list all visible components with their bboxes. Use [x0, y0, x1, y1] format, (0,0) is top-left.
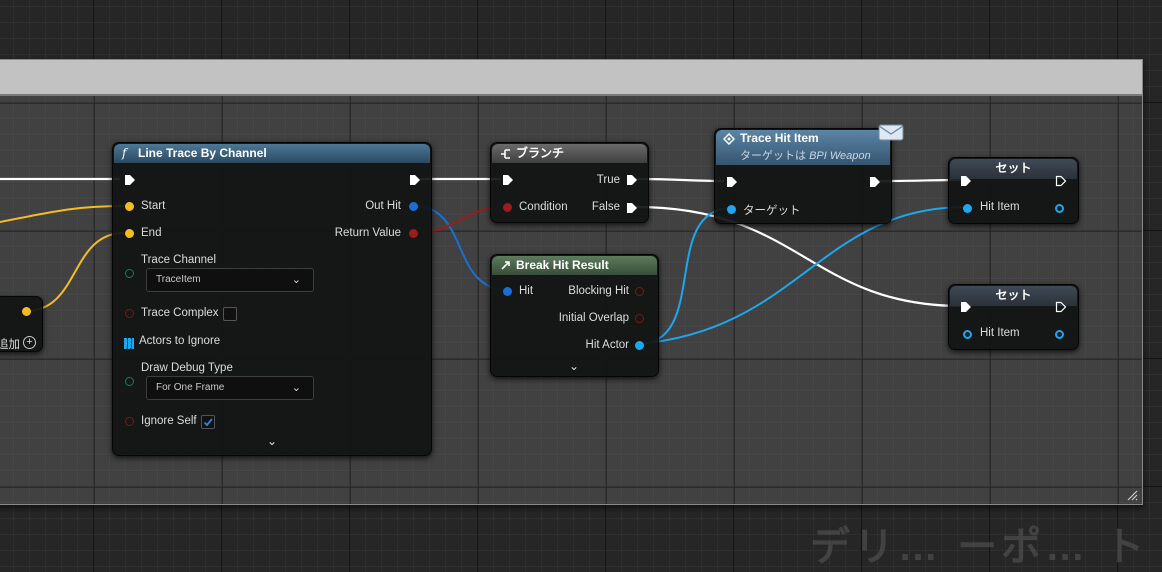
exec-in-pin-trace[interactable] [124, 174, 136, 186]
expand-chevron-icon[interactable]: ⌄ [267, 434, 277, 448]
trace-complex-checkbox[interactable] [223, 307, 237, 321]
object-wire-actor-set1 [637, 206, 967, 345]
hit-actor-label: Hit Actor [585, 339, 629, 351]
hit-item-label-set2: Hit Item [980, 327, 1020, 339]
trace-complex-pin[interactable] [125, 309, 134, 318]
trace-channel-dropdown[interactable]: TraceItem ⌄ [146, 268, 314, 292]
ignore-self-label: Ignore Self [141, 415, 197, 427]
branch-node[interactable]: ブランチ True Condition False [490, 142, 649, 223]
exec-in-pin-message[interactable] [726, 176, 738, 188]
vector-wire-start [0, 205, 125, 223]
trace-channel-pin[interactable] [125, 269, 134, 278]
hit-item-in-pin-set2[interactable] [963, 330, 972, 339]
exec-out-pin-set2[interactable] [1055, 301, 1067, 313]
blocking-hit-pin[interactable] [635, 287, 644, 296]
line-trace-node[interactable]: f Line Trace By Channel Start End Out Hi… [112, 142, 432, 456]
array-grid-icon[interactable] [124, 338, 134, 349]
add-pin-icon[interactable]: + [23, 336, 36, 349]
exec-out-pin-trace[interactable] [409, 174, 421, 186]
break-struct-icon [501, 261, 510, 270]
end-pin[interactable] [125, 229, 134, 238]
check-icon [203, 418, 213, 427]
break-hit-header[interactable]: Break Hit Result [492, 256, 657, 275]
branch-header[interactable]: ブランチ [492, 144, 647, 163]
hit-item-out-pin-set2[interactable] [1055, 330, 1064, 339]
message-envelope-icon [878, 124, 904, 141]
actors-to-ignore-label: Actors to Ignore [139, 335, 221, 347]
left-fragment-output-pin[interactable] [22, 307, 31, 316]
subtitle-target: BPI Weapon [809, 150, 871, 162]
trace-hit-item-title: Trace Hit Item [740, 131, 819, 145]
return-value-pin[interactable] [409, 229, 418, 238]
set-node-2-title: セット [995, 288, 1032, 302]
trace-hit-item-header[interactable]: Trace Hit Item ターゲットは BPI Weapon [716, 130, 890, 165]
trace-channel-label: Trace Channel [141, 254, 217, 266]
subtitle-prefix: ターゲットは [740, 150, 810, 162]
target-pin[interactable] [727, 205, 736, 214]
draw-debug-type-pin[interactable] [125, 377, 134, 386]
trace-hit-item-subtitle: ターゲットは BPI Weapon [740, 150, 871, 162]
true-exec-pin[interactable] [626, 174, 638, 186]
set-node-1[interactable]: セット Hit Item [948, 157, 1079, 224]
trace-complex-label: Trace Complex [141, 307, 219, 319]
line-trace-header[interactable]: f Line Trace By Channel [114, 144, 430, 163]
chevron-down-icon: ⌄ [291, 274, 301, 286]
ignore-self-pin[interactable] [125, 417, 134, 426]
set-node-1-title: セット [995, 161, 1032, 175]
exec-out-pin-message[interactable] [869, 176, 881, 188]
break-hit-title: Break Hit Result [516, 258, 609, 272]
break-hit-result-node[interactable]: Break Hit Result Hit Blocking Hit Initia… [490, 254, 659, 377]
start-label: Start [141, 200, 166, 212]
initial-overlap-label: Initial Overlap [558, 312, 629, 324]
expand-chevron-icon[interactable]: ⌄ [569, 359, 579, 373]
initial-overlap-pin[interactable] [635, 314, 644, 323]
hit-label: Hit [519, 285, 534, 297]
blocking-hit-label: Blocking Hit [568, 285, 629, 297]
draw-debug-type-dropdown[interactable]: For One Frame ⌄ [146, 376, 314, 400]
false-label: False [591, 201, 620, 213]
hit-item-in-pin-set1[interactable] [963, 204, 972, 213]
condition-label: Condition [519, 201, 568, 213]
end-label: End [141, 227, 162, 239]
set-node-2[interactable]: セット Hit Item [948, 284, 1079, 350]
start-pin[interactable] [125, 202, 134, 211]
exec-in-pin-branch[interactable] [502, 174, 514, 186]
branch-title: ブランチ [516, 146, 565, 160]
trace-channel-value: TraceItem [156, 274, 201, 285]
hit-input-pin[interactable] [503, 287, 512, 296]
left-fragment-label: 追加 [0, 339, 20, 351]
exec-out-pin-set1[interactable] [1055, 175, 1067, 187]
left-fragment-node[interactable]: 追加 + [0, 296, 43, 352]
exec-wire-true [635, 177, 725, 183]
out-hit-label: Out Hit [365, 200, 401, 212]
trace-hit-item-node[interactable]: Trace Hit Item ターゲットは BPI Weapon ターゲット [714, 124, 904, 224]
hit-actor-pin[interactable] [635, 341, 644, 350]
ignore-self-checkbox[interactable] [201, 415, 215, 429]
line-trace-title: Line Trace By Channel [138, 146, 267, 160]
exec-in-pin-set2[interactable] [960, 301, 972, 313]
interface-diamond-icon [723, 133, 735, 145]
function-icon: f [122, 146, 127, 160]
return-value-label: Return Value [334, 227, 401, 239]
chevron-down-icon: ⌄ [291, 382, 301, 394]
branch-icon [501, 149, 510, 159]
hit-item-out-pin-set1[interactable] [1055, 204, 1064, 213]
hit-item-label-set1: Hit Item [980, 201, 1020, 213]
out-hit-pin[interactable] [409, 202, 418, 211]
draw-debug-type-value: For One Frame [156, 382, 225, 393]
exec-in-pin-set1[interactable] [960, 175, 972, 187]
true-label: True [596, 174, 620, 186]
target-label: ターゲット [743, 205, 801, 217]
draw-debug-type-label: Draw Debug Type [141, 362, 233, 374]
false-exec-pin[interactable] [626, 202, 638, 214]
condition-pin[interactable] [503, 203, 512, 212]
